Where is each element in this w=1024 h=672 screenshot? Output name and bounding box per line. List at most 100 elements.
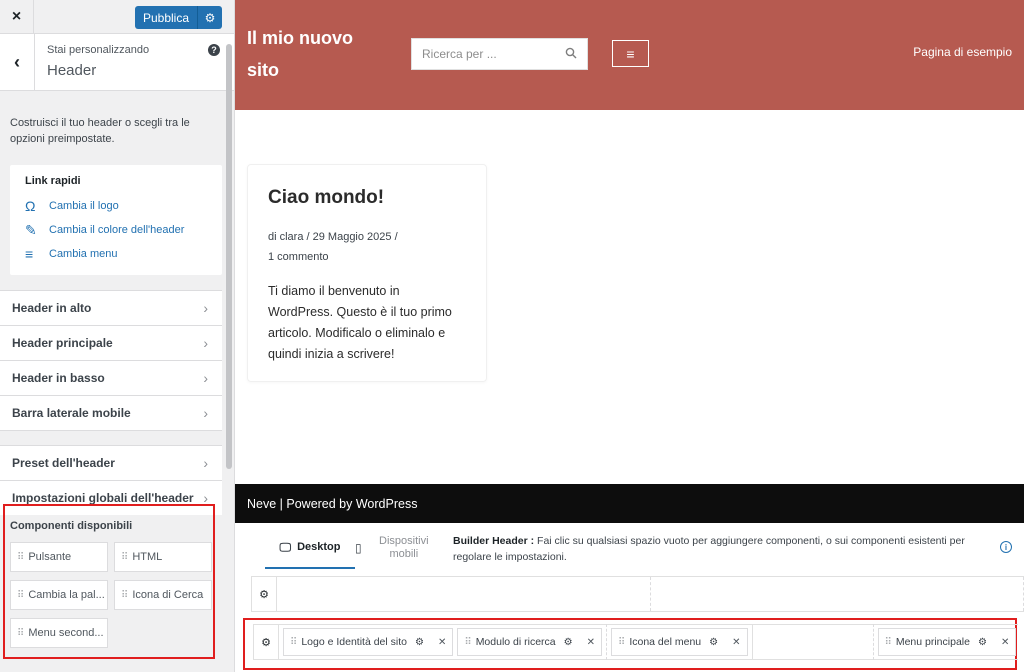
component-html[interactable]: ⠿ HTML [114, 542, 212, 572]
search-input[interactable]: Ricerca per ... [411, 38, 588, 70]
gear-icon[interactable]: ⚙ [564, 637, 573, 648]
quick-link-menu[interactable]: ≡ Cambia menu [25, 242, 207, 266]
row-settings-gear-icon[interactable]: ⚙ [254, 624, 279, 660]
hamburger-menu-icon[interactable]: ≡ [612, 40, 649, 67]
help-icon[interactable]: ? [208, 44, 220, 56]
section-header-main[interactable]: Header principale › [0, 325, 222, 360]
builder-row-top[interactable]: ⚙ [251, 576, 1024, 612]
drag-handle-icon[interactable]: ⠿ [17, 590, 24, 601]
remove-icon[interactable]: ✕ [587, 637, 595, 648]
info-icon[interactable]: i [1000, 541, 1012, 553]
site-footer[interactable]: Neve | Powered by WordPress [235, 484, 1024, 523]
site-header[interactable]: Il mio nuovo sito Ricerca per ... ≡ Pagi… [235, 0, 1024, 110]
post-card: Ciao mondo! di clara / 29 Maggio 2025 / … [247, 164, 487, 382]
tab-mobile[interactable]: ▯ Dispositivi mobili [355, 535, 440, 569]
brush-icon: ✎ [25, 221, 37, 238]
component-button[interactable]: ⠿ Pulsante [10, 542, 108, 572]
drag-handle-icon[interactable]: ⠿ [618, 637, 625, 648]
publish-label[interactable]: Pubblica [135, 6, 198, 29]
chip-logo-identity[interactable]: ⠿ Logo e Identità del sito ⚙ ✕ [283, 628, 454, 656]
remove-icon[interactable]: ✕ [732, 637, 740, 648]
drag-handle-icon[interactable]: ⠿ [885, 637, 892, 648]
drag-handle-icon[interactable]: ⠿ [121, 590, 128, 601]
section-header-presets[interactable]: Preset dell'header › [0, 445, 222, 480]
section-label: Header in basso [12, 371, 105, 385]
quick-link-header-color[interactable]: ✎ Cambia il colore dell'header [25, 218, 207, 242]
gear-icon[interactable]: ⚙ [198, 6, 222, 29]
chevron-right-icon: › [203, 300, 208, 316]
post-excerpt: Ti diamo il benvenuto in WordPress. Ques… [268, 284, 452, 361]
chip-label: Menu principale [895, 636, 970, 648]
site-title[interactable]: Il mio nuovo sito [247, 22, 377, 86]
back-arrow-icon[interactable]: ‹ [0, 34, 35, 90]
component-label: Pulsante [28, 551, 72, 563]
post-comments[interactable]: 1 commento [268, 247, 466, 267]
drag-handle-icon[interactable]: ⠿ [17, 552, 24, 563]
row-settings-gear-icon[interactable]: ⚙ [252, 577, 277, 611]
component-secondary-menu[interactable]: ⠿ Menu second... [10, 618, 108, 648]
divider [0, 430, 222, 445]
section-description: Costruisci il tuo header o scegli tra le… [10, 117, 190, 145]
component-label: HTML [132, 551, 163, 563]
drop-zone[interactable] [277, 577, 651, 611]
header-builder: 🖵 Desktop ▯ Dispositivi mobili Builder H… [235, 523, 1024, 672]
chip-label: Modulo di ricerca [475, 636, 556, 648]
chevron-right-icon: › [203, 335, 208, 351]
nav-link-sample-page[interactable]: Pagina di esempio [913, 45, 1012, 59]
chevron-right-icon: › [203, 405, 208, 421]
search-icon[interactable] [565, 47, 577, 62]
customizing-subtitle: Stai personalizzando [47, 44, 150, 56]
sidebar-scrollbar[interactable] [226, 44, 232, 469]
site-preview: Il mio nuovo sito Ricerca per ... ≡ Pagi… [235, 0, 1024, 672]
builder-row-main-highlight: ⚙ ⠿ Logo e Identità del sito ⚙ ✕ ⠿ Modul… [243, 618, 1018, 670]
drag-handle-icon[interactable]: ⠿ [464, 637, 471, 648]
chip-label: Logo e Identità del sito [301, 636, 407, 648]
post-meta-line[interactable]: di clara / 29 Maggio 2025 / [268, 227, 466, 247]
component-search-icon[interactable]: ⠿ Icona di Cerca [114, 580, 212, 610]
quick-links-panel: Link rapidi Ω Cambia il logo ✎ Cambia il… [10, 165, 222, 275]
drag-handle-icon[interactable]: ⠿ [290, 637, 297, 648]
remove-icon[interactable]: ✕ [438, 637, 446, 648]
chip-search-form[interactable]: ⠿ Modulo di ricerca ⚙ ✕ [457, 628, 602, 656]
section-label: Preset dell'header [12, 456, 115, 470]
gear-icon[interactable]: ⚙ [978, 637, 987, 648]
tab-desktop[interactable]: 🖵 Desktop [265, 535, 355, 569]
section-label: Barra laterale mobile [12, 406, 131, 420]
menu-icon: ≡ [25, 246, 34, 262]
section-title: Header [47, 62, 97, 79]
remove-icon[interactable]: ✕ [1001, 637, 1009, 648]
quick-link-label[interactable]: Cambia il colore dell'header [49, 224, 184, 236]
chevron-right-icon: › [203, 455, 208, 471]
quick-link-label[interactable]: Cambia il logo [49, 200, 119, 212]
components-title: Componenti disponibili [10, 520, 133, 532]
builder-row-main[interactable]: ⚙ ⠿ Logo e Identità del sito ⚙ ✕ ⠿ Modul… [253, 624, 1018, 660]
component-label: Cambia la pal... [28, 589, 105, 601]
section-label: Impostazioni globali dell'header [12, 491, 194, 505]
divider [606, 624, 607, 660]
sidebar-top-bar: × Pubblica ⚙ [0, 0, 234, 34]
drag-handle-icon[interactable]: ⠿ [17, 628, 24, 639]
section-header-top[interactable]: Header in alto › [0, 290, 222, 325]
chip-primary-menu[interactable]: ⠿ Menu principale ⚙ ✕ [877, 628, 1017, 656]
publish-button[interactable]: Pubblica ⚙ [134, 6, 222, 29]
desktop-icon: 🖵 [279, 539, 292, 554]
quick-link-logo[interactable]: Ω Cambia il logo [25, 194, 207, 218]
gear-icon[interactable]: ⚙ [709, 637, 718, 648]
tab-label: Desktop [297, 541, 341, 553]
section-list: Header in alto › Header principale › Hea… [0, 290, 234, 515]
component-palette-switch[interactable]: ⠿ Cambia la pal... [10, 580, 108, 610]
drop-zone[interactable] [751, 624, 874, 660]
drag-handle-icon[interactable]: ⠿ [121, 552, 128, 563]
chip-menu-icon[interactable]: ⠿ Icona del menu ⚙ ✕ [611, 628, 748, 656]
gear-icon[interactable]: ⚙ [415, 637, 424, 648]
close-icon[interactable]: × [0, 0, 34, 34]
post-meta: di clara / 29 Maggio 2025 / 1 commento [268, 227, 466, 267]
builder-info: Builder Header : Fai clic su qualsiasi s… [453, 533, 998, 565]
section-header-bottom[interactable]: Header in basso › [0, 360, 222, 395]
quick-link-label[interactable]: Cambia menu [49, 248, 117, 260]
post-title[interactable]: Ciao mondo! [268, 187, 466, 209]
drop-zone[interactable] [651, 577, 1024, 611]
section-mobile-sidebar[interactable]: Barra laterale mobile › [0, 395, 222, 430]
omega-icon: Ω [25, 198, 36, 214]
chip-label: Icona del menu [629, 636, 702, 648]
